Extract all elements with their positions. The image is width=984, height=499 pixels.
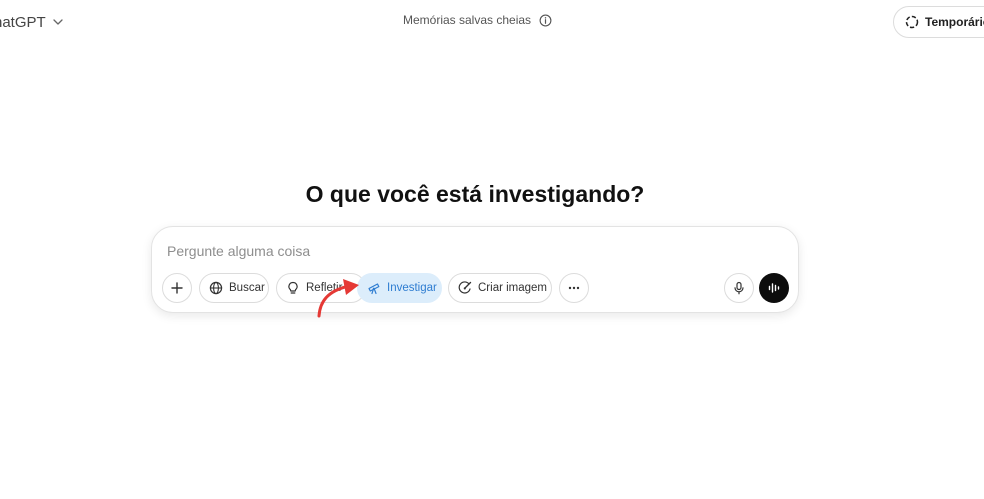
more-tools-button[interactable] bbox=[559, 273, 589, 303]
voice-waveform-icon bbox=[768, 283, 780, 293]
search-tool-label: Buscar bbox=[229, 282, 265, 294]
plus-icon bbox=[171, 282, 183, 294]
dashed-circle-icon bbox=[905, 15, 919, 29]
search-tool-button[interactable]: Buscar bbox=[199, 273, 269, 303]
red-arrow-annotation bbox=[317, 279, 359, 318]
add-attachment-button[interactable] bbox=[162, 273, 192, 303]
image-brush-icon bbox=[458, 281, 472, 294]
model-selector[interactable]: hatGPT bbox=[0, 10, 64, 34]
temporary-chat-button[interactable]: Temporário bbox=[893, 6, 984, 38]
prompt-composer: Buscar Refletir Investigar Criar im bbox=[151, 226, 799, 313]
prompt-input[interactable] bbox=[167, 241, 767, 261]
telescope-icon bbox=[368, 283, 380, 295]
dictate-button[interactable] bbox=[724, 273, 754, 303]
chatgpt-page: hatGPT Memórias salvas cheias Temporário… bbox=[0, 0, 984, 499]
research-tool-button[interactable]: Investigar bbox=[357, 273, 442, 303]
chevron-down-icon bbox=[53, 19, 63, 25]
globe-icon bbox=[209, 281, 223, 295]
create-image-tool-label: Criar imagem bbox=[478, 282, 548, 294]
research-tool-label: Investigar bbox=[387, 282, 437, 294]
temporary-chat-label: Temporário bbox=[925, 15, 984, 29]
microphone-icon bbox=[734, 281, 744, 295]
voice-mode-button[interactable] bbox=[759, 273, 789, 303]
ellipsis-icon bbox=[568, 286, 580, 290]
page-title: O que você está investigando? bbox=[305, 181, 645, 207]
memory-status-text: Memórias salvas cheias bbox=[403, 13, 532, 27]
info-icon bbox=[539, 14, 552, 26]
lightbulb-icon bbox=[288, 281, 298, 294]
model-label: hatGPT bbox=[0, 13, 46, 31]
create-image-tool-button[interactable]: Criar imagem bbox=[448, 273, 552, 303]
memory-status[interactable]: Memórias salvas cheias bbox=[403, 13, 552, 27]
